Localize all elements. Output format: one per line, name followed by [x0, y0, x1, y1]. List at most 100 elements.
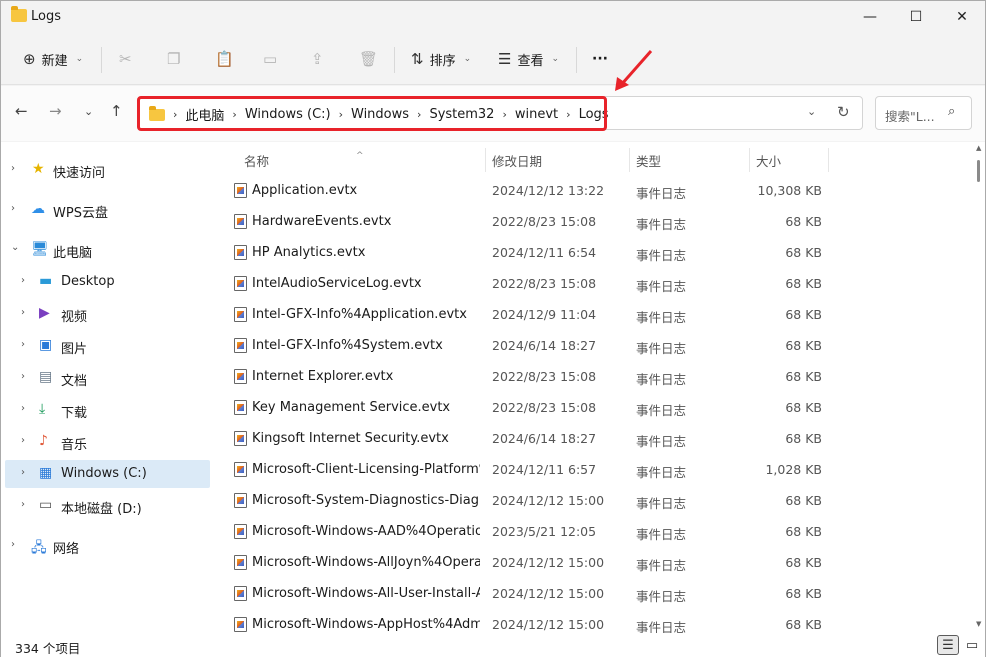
new-button[interactable]: ⊕ 新建 ⌄	[23, 45, 83, 73]
search-box[interactable]: 搜索"L... ⌕	[875, 96, 972, 130]
table-row[interactable]: IntelAudioServiceLog.evtx 2022/8/23 15:08…	[213, 268, 975, 299]
file-type: 事件日志	[636, 248, 687, 263]
sidebar-item-drive-d[interactable]: › ▭ 本地磁盘 (D:)	[5, 492, 210, 520]
recent-locations-button[interactable]: ⌄	[84, 105, 93, 118]
column-divider[interactable]	[828, 148, 829, 172]
cut-button[interactable]: ✂	[119, 45, 132, 73]
vertical-scrollbar[interactable]: ▲ ▼	[975, 142, 985, 633]
sidebar-item-downloads[interactable]: › ⤓ 下载	[5, 396, 210, 424]
chevron-right-icon[interactable]: ›	[21, 435, 25, 446]
share-button[interactable]: ⇪	[311, 45, 324, 73]
status-bar: 334 个项目 ☰ ▭	[1, 633, 985, 657]
table-row[interactable]: Key Management Service.evtx 2022/8/23 15:…	[213, 392, 975, 423]
network-icon: 🖧	[31, 540, 47, 556]
chevron-right-icon[interactable]: ›	[21, 371, 25, 382]
column-header-date[interactable]: 修改日期	[492, 151, 542, 170]
chevron-right-icon[interactable]: ›	[11, 163, 15, 174]
refresh-button[interactable]: ↻	[837, 103, 850, 121]
table-row[interactable]: HP Analytics.evtx 2024/12/11 6:54 事件日志 68 K…	[213, 237, 975, 268]
event-log-file-icon	[234, 400, 247, 415]
rename-button[interactable]: ▭	[263, 45, 277, 73]
delete-button[interactable]: 🗑	[359, 45, 378, 73]
details-view-button[interactable]: ☰	[937, 635, 959, 655]
file-name: Microsoft-Client-Licensing-Platform%...	[252, 462, 480, 477]
event-log-file-icon	[234, 307, 247, 322]
table-row[interactable]: Application.evtx 2024/12/12 13:22 事件日志 10,3…	[213, 175, 975, 206]
chevron-right-icon[interactable]: ›	[21, 275, 25, 286]
chevron-right-icon[interactable]: ›	[21, 499, 25, 510]
back-button[interactable]: ←	[15, 102, 28, 120]
sidebar-item-wps-cloud[interactable]: › ☁ WPS云盘	[5, 196, 210, 224]
address-dropdown-button[interactable]: ⌄	[807, 105, 816, 118]
table-row[interactable]: Internet Explorer.evtx 2022/8/23 15:08 事件日…	[213, 361, 975, 392]
chevron-right-icon[interactable]: ›	[11, 203, 15, 214]
paste-button[interactable]: 📋	[215, 45, 234, 73]
event-log-file-icon	[234, 338, 247, 353]
table-row[interactable]: Kingsoft Internet Security.evtx 2024/6/14…	[213, 423, 975, 454]
chevron-down-icon[interactable]: ⌄	[11, 242, 19, 253]
file-size: 68 KB	[785, 276, 822, 291]
sidebar-item-label: 视频	[61, 310, 88, 325]
sidebar-item-network[interactable]: › 🖧 网络	[5, 532, 210, 560]
file-name: Microsoft-Windows-AppHost%4Adm...	[252, 617, 480, 632]
search-placeholder: 搜索"L...	[885, 109, 935, 124]
chevron-right-icon[interactable]: ›	[21, 467, 25, 478]
file-date: 2024/6/14 18:27	[492, 338, 597, 353]
column-divider[interactable]	[749, 148, 750, 172]
scroll-down-icon[interactable]: ▼	[976, 620, 981, 628]
file-name: Microsoft-Windows-All-User-Install-A...	[252, 586, 480, 601]
sidebar-item-label: 快速访问	[53, 166, 106, 181]
sort-button[interactable]: ⇅ 排序 ⌄	[411, 45, 471, 73]
column-header-size[interactable]: 大小	[756, 151, 781, 170]
sort-icon: ⇅	[411, 50, 424, 68]
view-button[interactable]: ☰ 查看 ⌄	[498, 45, 559, 73]
column-header-name[interactable]: 名称	[244, 151, 269, 170]
table-row[interactable]: Microsoft-System-Diagnostics-Diagn... 202…	[213, 485, 975, 516]
sidebar-item-pictures[interactable]: › ▣ 图片	[5, 332, 210, 360]
copy-button[interactable]: ❐	[167, 45, 180, 73]
column-header-row: ^ 名称 修改日期 类型 大小	[213, 142, 975, 174]
item-count: 334 个项目	[15, 641, 81, 656]
column-divider[interactable]	[485, 148, 486, 172]
download-icon: ⤓	[39, 401, 46, 417]
sidebar-item-label: WPS云盘	[53, 206, 108, 221]
close-button[interactable]: ✕	[939, 1, 985, 33]
sidebar-item-label: 下载	[61, 406, 88, 421]
maximize-button[interactable]: ☐	[893, 1, 939, 33]
address-highlight-annotation	[137, 96, 607, 131]
chevron-right-icon[interactable]: ›	[21, 403, 25, 414]
chevron-right-icon[interactable]: ›	[21, 307, 25, 318]
chevron-right-icon[interactable]: ›	[21, 339, 25, 350]
cloud-icon: ☁	[31, 201, 45, 217]
forward-button[interactable]: →	[49, 102, 62, 120]
file-type: 事件日志	[636, 279, 687, 294]
sidebar-item-desktop[interactable]: › ▬ Desktop	[5, 268, 210, 296]
table-row[interactable]: Microsoft-Windows-AAD%4Operatio... 2023/5…	[213, 516, 975, 547]
sidebar-item-documents[interactable]: › ▤ 文档	[5, 364, 210, 392]
more-options-button[interactable]: ···	[592, 45, 608, 73]
file-date: 2022/8/23 15:08	[492, 276, 597, 291]
new-label: 新建	[41, 53, 68, 69]
file-name: IntelAudioServiceLog.evtx	[252, 276, 422, 291]
table-row[interactable]: Microsoft-Windows-All-User-Install-A... 2…	[213, 578, 975, 609]
table-row[interactable]: Intel-GFX-Info%4System.evtx 2024/6/14 18:…	[213, 330, 975, 361]
scroll-up-icon[interactable]: ▲	[976, 144, 981, 152]
sidebar-item-videos[interactable]: › ▶ 视频	[5, 300, 210, 328]
table-row[interactable]: Microsoft-Client-Licensing-Platform%... 2…	[213, 454, 975, 485]
tiles-view-button[interactable]: ▭	[961, 635, 983, 655]
table-row[interactable]: HardwareEvents.evtx 2022/8/23 15:08 事件日志 68…	[213, 206, 975, 237]
minimize-button[interactable]: —	[847, 1, 893, 33]
sidebar-item-quick-access[interactable]: › ★ 快速访问	[5, 156, 210, 184]
column-divider[interactable]	[629, 148, 630, 172]
column-header-type[interactable]: 类型	[636, 151, 661, 170]
up-button[interactable]: ↑	[110, 102, 123, 120]
chevron-right-icon[interactable]: ›	[11, 539, 15, 550]
sidebar-item-label: 网络	[53, 542, 80, 557]
sidebar-item-drive-c[interactable]: › ▦ Windows (C:)	[5, 460, 210, 488]
scrollbar-thumb[interactable]	[977, 160, 980, 182]
table-row[interactable]: Microsoft-Windows-AllJoyn%4Opera... 2024/…	[213, 547, 975, 578]
table-row[interactable]: Intel-GFX-Info%4Application.evtx 2024/12/…	[213, 299, 975, 330]
sidebar-item-this-pc[interactable]: ⌄ 🖥 此电脑	[5, 236, 210, 264]
file-size: 68 KB	[785, 338, 822, 353]
sidebar-item-music[interactable]: › ♪ 音乐	[5, 428, 210, 456]
